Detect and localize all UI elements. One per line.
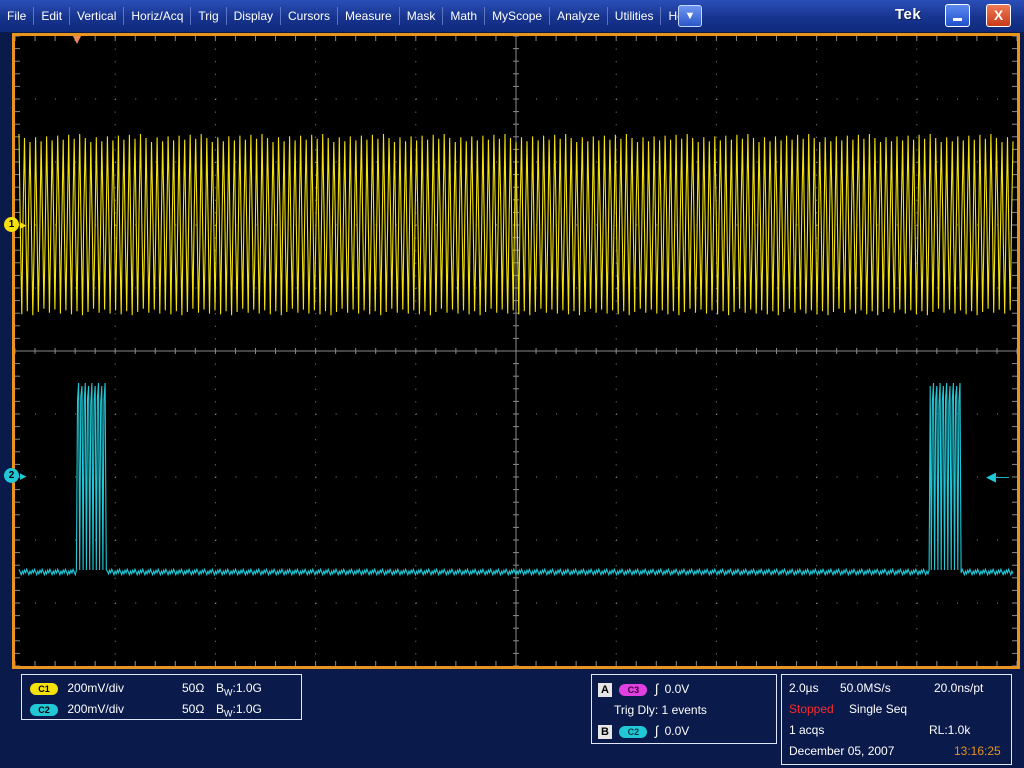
channel-readout-panel[interactable]: C1 200mV/div 50Ω BW:1.0G C2 200mV/div 50…: [21, 674, 302, 720]
acquisition-date: December 05, 2007: [789, 744, 895, 758]
trigger-delay: Trig Dly: 1 events: [614, 703, 707, 717]
brand-logo: Tek: [895, 6, 922, 23]
menu-file[interactable]: File: [0, 0, 33, 32]
menu-separator: [33, 7, 35, 25]
trigger-b-source-badge: C2: [619, 725, 648, 738]
channel1-offset-arrow-icon: ▸: [20, 217, 27, 232]
channel1-badge[interactable]: C1: [30, 682, 58, 695]
channel2-marker[interactable]: 2: [4, 468, 19, 483]
menu-separator: [337, 7, 339, 25]
trigger-a-level: 0.0V: [664, 682, 690, 696]
channel1-marker[interactable]: 1: [4, 217, 19, 232]
acquisition-time: 13:16:25: [954, 744, 1001, 758]
menu-separator: [123, 7, 125, 25]
menu-separator: [190, 7, 192, 25]
menu-separator: [398, 7, 400, 25]
channel1-impedance: 50Ω: [182, 681, 205, 695]
menu-separator: [225, 7, 227, 25]
channel2-bandwidth: BW:1.0G: [216, 702, 262, 719]
menu-separator: [69, 7, 71, 25]
acquisition-mode: Single Seq: [849, 702, 908, 716]
menu-bar: File Edit Vertical Horiz/Acq Trig Display Curs…: [0, 0, 1024, 32]
trigger-b-level: 0.0V: [664, 724, 690, 738]
trigger-a-letter: A: [598, 682, 612, 697]
menu-trig[interactable]: Trig: [191, 0, 225, 32]
minimize-icon: [953, 18, 962, 21]
channel2-offset-arrow-icon: ▸: [20, 468, 27, 483]
trigger-b-letter: B: [598, 724, 612, 739]
channel2-readout[interactable]: C2 200mV/div 50Ω BW:1.0G: [30, 701, 262, 718]
menu-horiz-acq[interactable]: Horiz/Acq: [124, 0, 190, 32]
minimize-button[interactable]: [945, 4, 970, 27]
trigger-position-icon[interactable]: [73, 36, 81, 44]
channel2-badge[interactable]: C2: [30, 703, 58, 716]
trigger-a-source-badge: C3: [619, 683, 648, 696]
menu-utilities[interactable]: Utilities: [608, 0, 661, 32]
channel1-readout[interactable]: C1 200mV/div 50Ω BW:1.0G: [30, 680, 262, 697]
channel2-impedance: 50Ω: [182, 702, 205, 716]
trigger-level-arrow-icon[interactable]: ◀—: [986, 470, 1009, 483]
trigger-b-readout[interactable]: B C2 ∫ 0.0V: [598, 723, 689, 739]
time-per-div: 2.0µs: [789, 681, 819, 695]
acquisition-count: 1 acqs: [789, 723, 825, 737]
menu-math[interactable]: Math: [443, 0, 484, 32]
waveform-display[interactable]: [12, 33, 1020, 669]
menu-myscope[interactable]: MyScope: [485, 0, 549, 32]
menu-vertical[interactable]: Vertical: [70, 0, 123, 32]
menu-analyze[interactable]: Analyze: [550, 0, 607, 32]
chevron-down-icon[interactable]: ▼: [678, 5, 702, 27]
resolution: 20.0ns/pt: [934, 681, 984, 695]
menu-separator: [442, 7, 444, 25]
channel1-scale: 200mV/div: [67, 681, 125, 695]
rising-edge-icon: ∫: [654, 723, 659, 738]
trigger-readout-panel[interactable]: A C3 ∫ 0.0V Trig Dly: 1 events B C2 ∫ 0.…: [591, 674, 777, 744]
menu-edit[interactable]: Edit: [34, 0, 69, 32]
menu-separator: [549, 7, 551, 25]
acquisition-state: Stopped: [789, 702, 834, 716]
graticule-and-waveforms: [15, 36, 1017, 666]
menu-cursors[interactable]: Cursors: [281, 0, 337, 32]
menu-separator: [280, 7, 281, 25]
channel2-scale: 200mV/div: [67, 702, 125, 716]
trigger-a-readout[interactable]: A C3 ∫ 0.0V: [598, 681, 689, 697]
menu-measure[interactable]: Measure: [338, 0, 399, 32]
menu-separator: [660, 7, 662, 25]
menu-separator: [484, 7, 486, 25]
acquisition-readout-panel[interactable]: 2.0µs 50.0MS/s 20.0ns/pt Stopped Single …: [781, 674, 1012, 765]
menu-display[interactable]: Display: [227, 0, 280, 32]
sample-rate: 50.0MS/s: [840, 681, 891, 695]
record-length: RL:1.0k: [929, 723, 971, 737]
close-button[interactable]: X: [986, 4, 1011, 27]
rising-edge-icon: ∫: [654, 681, 659, 696]
menu-separator: [606, 7, 608, 25]
menu-mask[interactable]: Mask: [400, 0, 443, 32]
channel1-bandwidth: BW:1.0G: [216, 681, 262, 698]
